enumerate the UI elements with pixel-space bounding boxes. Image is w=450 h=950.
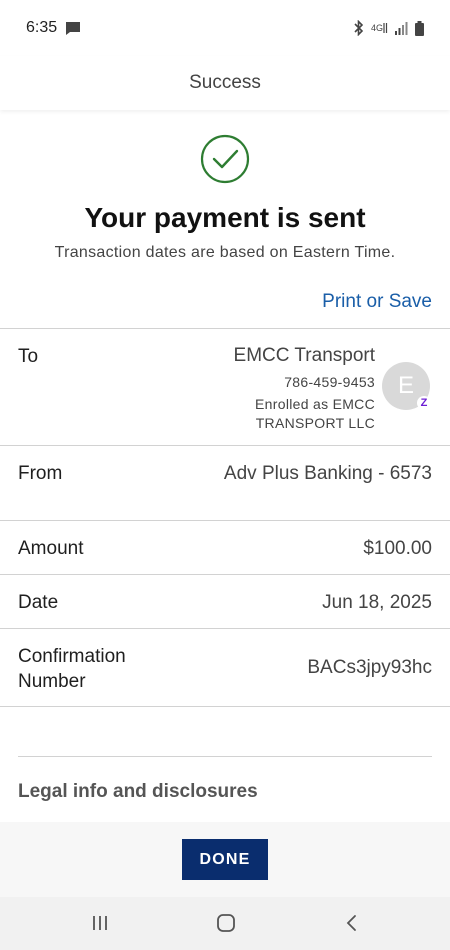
confirmation-label: Confirmation Number [18,644,126,694]
amount-row: Amount $100.00 [0,520,450,574]
recipient-phone: 786-459-9453 [284,374,375,390]
app-bar: Success [0,56,450,110]
recipient-name: EMCC Transport [233,345,375,366]
success-headline: Your payment is sent [84,202,366,233]
amount-value: $100.00 [363,538,432,559]
status-bar-right: 4G [353,20,424,36]
recipient-enrolled-line1: Enrolled as EMCC [255,396,375,412]
back-icon [346,915,356,931]
confirmation-label-line2: Number [18,671,86,692]
signal-icon [395,22,408,35]
from-row: From Adv Plus Banking - 6573 [0,445,450,520]
recent-apps-button[interactable] [85,909,115,937]
bluetooth-icon [354,20,364,36]
confirmation-row: Confirmation Number BACs3jpy93hc [0,628,450,707]
date-row: Date Jun 18, 2025 [0,574,450,628]
lte-icon: 4G [371,23,388,33]
legal-info-link[interactable]: Legal info and disclosures [18,781,258,803]
divider [18,756,432,757]
success-hero: Your payment is sent Transaction dates a… [0,130,450,262]
page-title: Success [189,72,261,93]
battery-icon [415,20,424,36]
to-label: To [18,346,39,367]
print-or-save-link[interactable]: Print or Save [322,291,432,313]
system-nav-bar [0,897,450,950]
date-label: Date [18,592,59,613]
from-label: From [18,463,63,484]
date-value: Jun 18, 2025 [322,592,432,613]
done-button[interactable]: DONE [182,839,268,880]
footer: DONE [0,822,450,897]
confirmation-label-line1: Confirmation [18,646,126,667]
home-icon [217,914,235,932]
recent-apps-icon [93,916,107,930]
svg-text:4G: 4G [371,23,383,33]
message-icon [66,21,81,35]
amount-label: Amount [18,538,84,559]
to-row: To EMCC Transport 786-459-9453 Enrolled … [0,328,450,445]
from-value: Adv Plus Banking - 6573 [223,463,432,484]
status-bar-left: 6:35 [26,19,81,37]
timezone-note: Transaction dates are based on Eastern T… [54,244,396,261]
home-button[interactable] [211,909,241,937]
recipient-enrolled-line2: TRANSPORT LLC [255,415,375,431]
recipient-info: EMCC Transport 786-459-9453 Enrolled as … [234,345,375,433]
confirmation-value: BACs3jpy93hc [307,657,432,678]
status-bar: 6:35 4G [0,0,450,56]
status-time: 6:35 [26,19,58,36]
check-circle-icon [200,134,250,184]
back-button[interactable] [337,909,367,937]
zelle-badge-icon: Z [417,396,431,410]
